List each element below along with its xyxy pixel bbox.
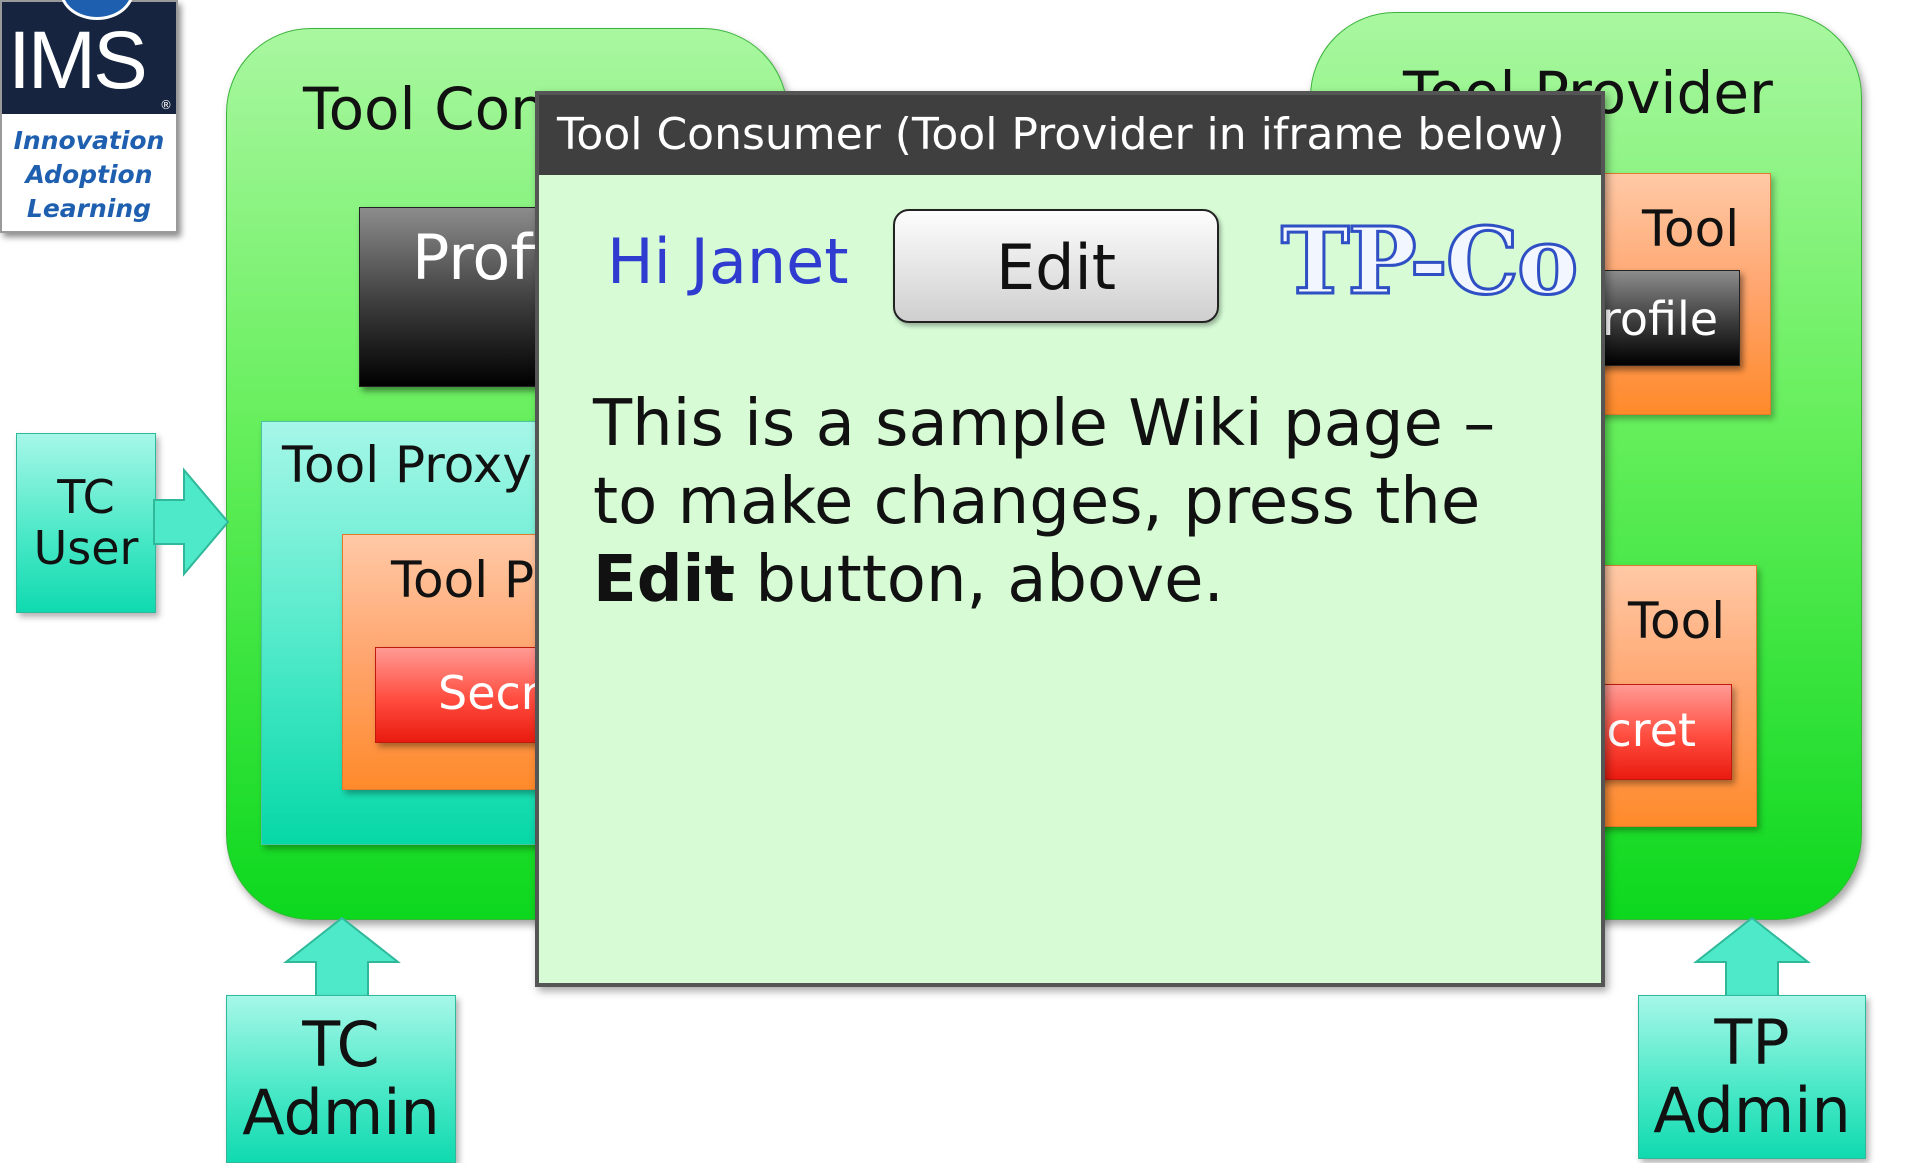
tc-user-label: TC User xyxy=(33,470,139,575)
tp-admin-arrow-icon xyxy=(1693,916,1811,1001)
logo-tagline-3: Learning xyxy=(26,194,152,223)
tc-user-callout: TC User xyxy=(16,433,156,613)
tp-tool-label-bottom: Tool xyxy=(1628,592,1726,650)
wiki-body-text-end: button, above. xyxy=(735,543,1224,617)
registered-mark: ® xyxy=(160,98,172,112)
iframe-title-bar: Tool Consumer (Tool Provider in iframe b… xyxy=(539,95,1601,175)
tp-tool-label-top: Tool xyxy=(1642,200,1740,258)
ims-logo: IMS ® Innovation Adoption Learning xyxy=(0,0,178,233)
logo-tagline-1: Innovation xyxy=(13,126,165,155)
wiki-page-body: This is a sample Wiki page – to make cha… xyxy=(593,385,1573,619)
wiki-body-text: This is a sample Wiki page – to make cha… xyxy=(593,387,1496,539)
tp-co-logo: TP-Co xyxy=(1279,206,1579,317)
logo-banner: IMS ® xyxy=(2,0,176,114)
greeting-text: Hi Janet xyxy=(607,225,849,298)
tc-admin-label: TC Admin xyxy=(242,1007,440,1149)
logo-text: IMS xyxy=(8,15,148,106)
logo-tagline-2: Adoption xyxy=(25,160,153,189)
tc-admin-callout: TC Admin xyxy=(226,995,456,1163)
tool-proxy-label: Tool Proxy xyxy=(282,436,532,494)
tc-user-arrow-icon xyxy=(153,467,230,577)
wiki-body-edit-emphasis: Edit xyxy=(593,543,736,617)
tp-admin-label: TP Admin xyxy=(1653,1005,1851,1147)
edit-button[interactable]: Edit xyxy=(893,209,1219,323)
tp-admin-callout: TP Admin xyxy=(1638,995,1866,1159)
iframe-window: Tool Consumer (Tool Provider in iframe b… xyxy=(535,91,1605,987)
tc-admin-arrow-icon xyxy=(283,916,401,1001)
